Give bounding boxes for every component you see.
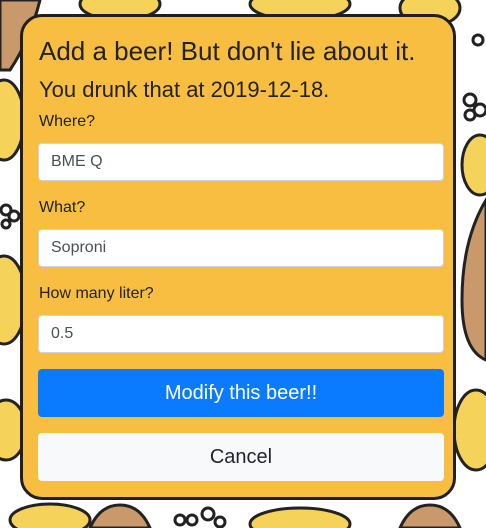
liter-input[interactable] — [38, 315, 444, 353]
bottle-illustration — [460, 197, 486, 362]
bubbles-illustration — [0, 203, 21, 230]
what-input[interactable] — [38, 229, 444, 267]
bubbles-illustration — [462, 33, 486, 122]
bubbles-illustration — [173, 506, 227, 528]
where-label: Where? — [39, 113, 96, 130]
where-input[interactable] — [38, 143, 444, 181]
date-subtitle: You drunk that at 2019-12-18. — [39, 77, 330, 102]
what-label: What? — [39, 199, 86, 216]
modify-beer-button[interactable]: Modify this beer!! — [38, 369, 444, 417]
page-title: Add a beer! But don't lie about it. — [39, 36, 416, 66]
add-beer-dialog: Add a beer! But don't lie about it. You … — [20, 14, 456, 500]
liter-label: How many liter? — [39, 285, 154, 302]
cancel-button[interactable]: Cancel — [38, 433, 444, 481]
